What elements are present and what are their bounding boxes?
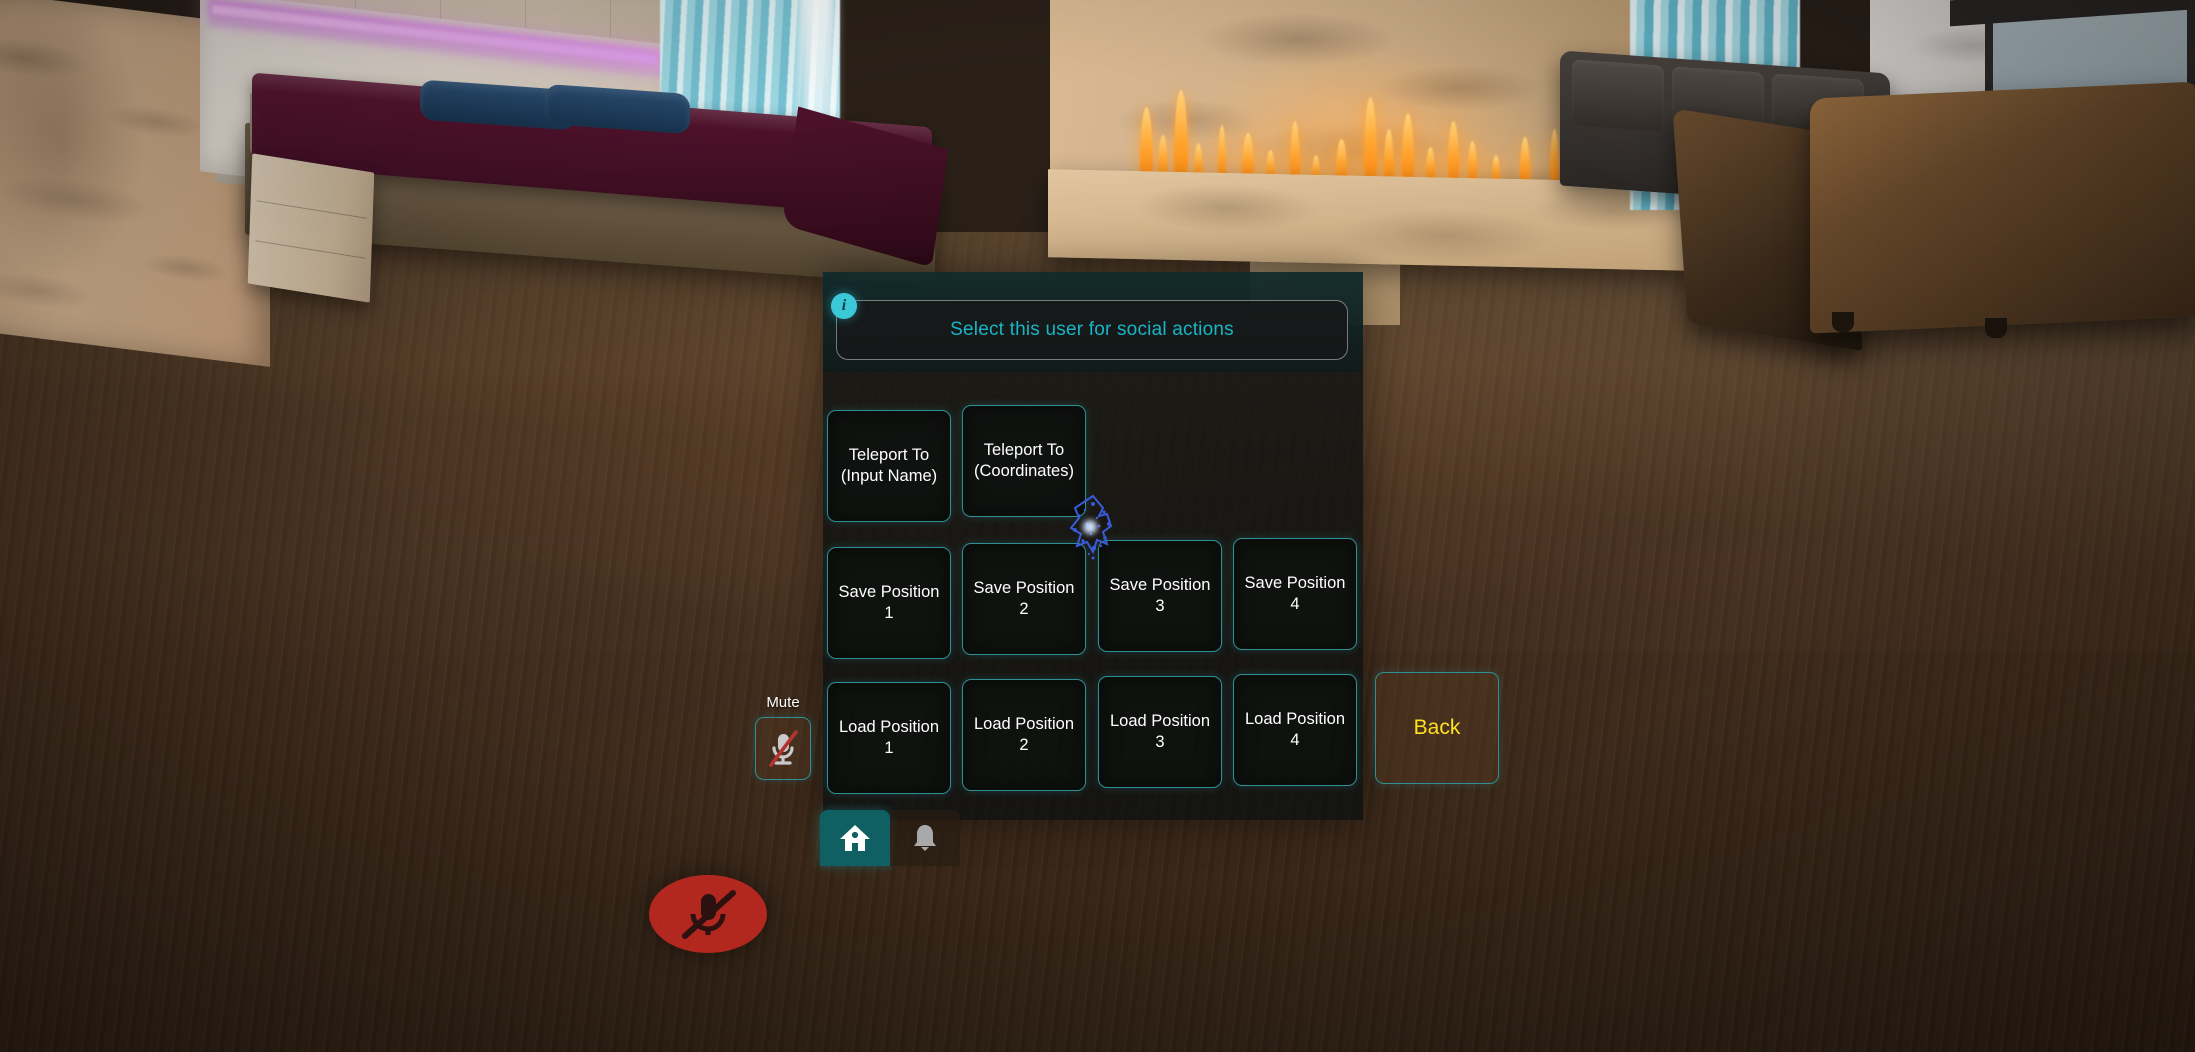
home-icon [840,825,870,851]
button-label-line2: (Coordinates) [974,462,1074,480]
button-label-line2: 1 [884,739,894,757]
nav-tab-notifications[interactable] [890,810,960,866]
game-screen: Select this user for social actions i Te… [0,0,2195,1052]
button-teleport-coordinates[interactable]: Teleport To (Coordinates) [962,405,1086,517]
button-load-position-4[interactable]: Load Position 4 [1233,674,1357,786]
button-label-line1: Save Position [973,578,1075,597]
button-label-line1: Teleport To [848,445,930,464]
button-label-line1: Load Position [839,717,939,736]
info-banner-text: Select this user for social actions [950,319,1234,340]
button-save-position-4[interactable]: Save Position 4 [1233,538,1357,650]
button-save-position-3[interactable]: Save Position 3 [1098,540,1222,652]
button-label-line2: 4 [1290,595,1300,613]
button-load-position-1[interactable]: Load Position 1 [827,682,951,794]
mute-button[interactable] [755,717,811,780]
button-back[interactable]: Back [1375,672,1499,784]
mute-label: Mute [766,694,800,711]
button-label-line1: Save Position [838,582,940,601]
button-label-line1: Load Position [1110,711,1210,730]
button-label-line2: 3 [1155,597,1165,615]
button-label-line2: 2 [1019,600,1029,618]
info-banner: Select this user for social actions [836,300,1348,360]
button-label-line1: Load Position [974,714,1074,733]
button-label-line1: Save Position [1109,575,1211,594]
bell-icon [914,825,936,851]
button-label-line2: (Input Name) [840,467,938,485]
button-label-line2: 2 [1019,736,1029,754]
button-label-line2: 1 [884,604,894,622]
button-label-line2: 3 [1155,733,1165,751]
button-label-line1: Teleport To [983,440,1065,459]
button-load-position-3[interactable]: Load Position 3 [1098,676,1222,788]
mute-status-badge [649,875,767,953]
button-label-line1: Load Position [1245,709,1345,728]
button-label-line1: Back [1413,715,1461,739]
button-teleport-input-name[interactable]: Teleport To (Input Name) [827,410,951,522]
button-save-position-2[interactable]: Save Position 2 [962,543,1086,655]
microphone-muted-icon [769,729,798,767]
menu-overlay: Select this user for social actions i Te… [0,0,2195,1052]
button-label-line2: 4 [1290,731,1300,749]
button-save-position-1[interactable]: Save Position 1 [827,547,951,659]
button-label-line1: Save Position [1244,573,1346,592]
microphone-muted-icon [682,890,736,939]
nav-tab-home[interactable] [820,810,890,866]
button-load-position-2[interactable]: Load Position 2 [962,679,1086,791]
bottom-nav-bar [820,810,960,866]
info-icon[interactable]: i [831,293,857,319]
mute-control: Mute [752,694,814,794]
